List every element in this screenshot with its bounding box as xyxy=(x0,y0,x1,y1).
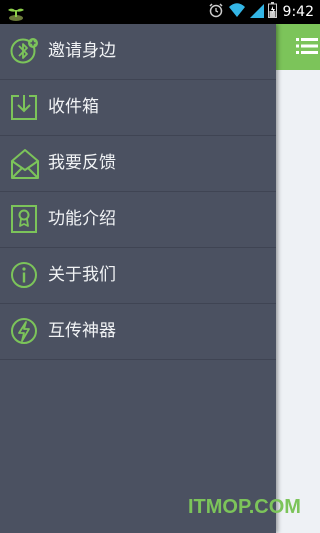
wifi-icon xyxy=(228,2,246,22)
status-icons: 9:42 xyxy=(208,2,314,22)
menu-item-label: 关于我们 xyxy=(48,265,116,285)
menu-item-label: 邀请身边 xyxy=(48,41,116,61)
menu-item-label: 我要反馈 xyxy=(48,153,116,173)
envelope-open-icon xyxy=(10,148,39,179)
navigation-drawer: 邀请身边 收件箱 我要反馈 功能介绍 关于我们 互传神器 xyxy=(0,24,276,533)
menu-item-transfer[interactable]: 互传神器 xyxy=(0,304,276,360)
lightning-icon xyxy=(10,316,38,346)
hamburger-icon[interactable] xyxy=(296,36,318,56)
bluetooth-add-icon xyxy=(10,36,38,66)
status-bar: 9:42 xyxy=(0,0,320,24)
menu-item-features[interactable]: 功能介绍 xyxy=(0,192,276,248)
watermark: ITMOP.COM xyxy=(188,496,301,518)
battery-icon xyxy=(267,2,277,22)
menu-item-invite-nearby[interactable]: 邀请身边 xyxy=(0,24,276,80)
app-screen: 9:42 邀请身边 收件箱 我要反馈 功能介绍 关于我们 互传神器 ITMOP.… xyxy=(0,0,320,533)
menu-item-inbox[interactable]: 收件箱 xyxy=(0,80,276,136)
alarm-icon xyxy=(208,2,224,22)
menu-item-about-us[interactable]: 关于我们 xyxy=(0,248,276,304)
plant-app-icon xyxy=(6,3,26,21)
menu-item-label: 互传神器 xyxy=(48,321,116,341)
menu-item-feedback[interactable]: 我要反馈 xyxy=(0,136,276,192)
main-header xyxy=(276,24,320,70)
inbox-download-icon xyxy=(10,92,38,122)
drawer-menu: 邀请身边 收件箱 我要反馈 功能介绍 关于我们 互传神器 xyxy=(0,24,276,360)
menu-item-label: 功能介绍 xyxy=(48,209,116,229)
main-pane xyxy=(276,24,320,533)
status-time: 9:42 xyxy=(282,4,314,20)
signal-icon xyxy=(249,2,264,22)
badge-ribbon-icon xyxy=(10,204,38,234)
info-icon xyxy=(10,260,38,290)
menu-item-label: 收件箱 xyxy=(48,97,99,117)
